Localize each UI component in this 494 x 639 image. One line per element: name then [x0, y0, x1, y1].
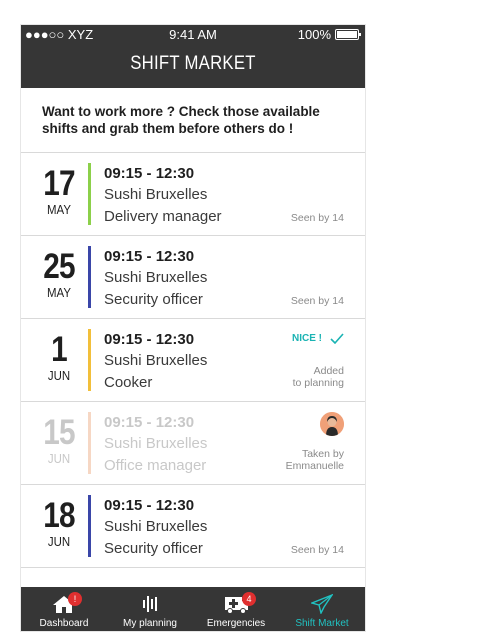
shift-list: 17 MAY 09:15 - 12:30 Sushi Bruxelles Del…: [21, 152, 365, 568]
shift-day: 25: [43, 247, 75, 286]
nav-dashboard[interactable]: ! Dashboard: [21, 587, 107, 631]
status-line-1: Taken by: [301, 448, 344, 460]
shift-day: 1: [51, 330, 68, 369]
shift-row[interactable]: 17 MAY 09:15 - 12:30 Sushi Bruxelles Del…: [21, 153, 365, 235]
status-bar: ●●●○○ XYZ 9:41 AM 100%: [21, 25, 365, 43]
shift-info: 09:15 - 12:30 Sushi Bruxelles Delivery m…: [104, 164, 222, 228]
shift-month: MAY: [47, 285, 71, 300]
shift-role: Security officer: [104, 540, 203, 557]
shift-info: 09:15 - 12:30 Sushi Bruxelles Security o…: [104, 247, 207, 311]
bottom-nav: ! Dashboard My planning 4 Emergencies Sh…: [21, 587, 365, 631]
status-line-2: Emmanuelle: [285, 460, 344, 472]
shift-info: 09:15 - 12:30 Sushi Bruxelles Cooker: [104, 330, 207, 394]
nav-label: Shift Market: [295, 618, 349, 629]
nav-label: My planning: [123, 618, 177, 629]
shift-place: Sushi Bruxelles: [104, 269, 208, 286]
status-line-1: Added: [313, 365, 344, 377]
shift-day: 17: [43, 164, 75, 203]
shift-date: 18 JUN: [21, 497, 97, 549]
shift-role: Delivery manager: [104, 208, 222, 225]
shift-row-taken[interactable]: 15 JUN 09:15 - 12:30 Sushi Bruxelles Off…: [21, 402, 365, 484]
shift-row[interactable]: 1 JUN 09:15 - 12:30 Sushi Bruxelles Cook…: [21, 319, 365, 401]
shift-time: 09:15 - 12:30: [104, 248, 195, 265]
nice-label: NICE !: [292, 333, 322, 344]
nice-confirmation: NICE !: [292, 333, 344, 344]
shift-color-bar: [88, 412, 91, 474]
nav-label: Emergencies: [206, 618, 266, 629]
battery-indicator: 100%: [297, 27, 361, 42]
shift-info: 09:15 - 12:30 Sushi Bruxelles Security o…: [104, 496, 207, 560]
shift-place: Sushi Bruxelles: [104, 352, 208, 369]
planning-icon: [143, 596, 157, 612]
seen-count: Seen by 14: [290, 212, 344, 224]
notification-badge: 4: [242, 592, 256, 606]
shift-role: Office manager: [104, 457, 207, 474]
shift-color-bar: [88, 163, 91, 225]
nav-label: Dashboard: [39, 618, 89, 629]
shift-date: 1 JUN: [21, 331, 97, 383]
shift-place: Sushi Bruxelles: [104, 435, 208, 452]
shift-date: 15 JUN: [21, 414, 97, 466]
battery-percent: 100%: [297, 27, 331, 42]
shift-date: 25 MAY: [21, 248, 97, 300]
shift-row[interactable]: 18 JUN 09:15 - 12:30 Sushi Bruxelles Sec…: [21, 485, 365, 567]
shift-month: JUN: [47, 451, 71, 466]
shift-role: Security officer: [104, 291, 203, 308]
shift-color-bar: [88, 495, 91, 557]
person-avatar-icon: [320, 412, 344, 436]
battery-icon: [335, 29, 361, 40]
seen-count: Seen by 14: [290, 544, 344, 556]
nav-shift-market[interactable]: Shift Market: [279, 587, 365, 631]
shift-time: 09:15 - 12:30: [104, 497, 195, 514]
shift-place: Sushi Bruxelles: [104, 518, 208, 535]
shift-month: JUN: [47, 534, 71, 549]
shift-month: JUN: [47, 368, 71, 383]
app-header: ●●●○○ XYZ 9:41 AM 100% SHIFT MARKET: [21, 25, 365, 88]
page-title: SHIFT MARKET: [130, 53, 256, 74]
seen-count: Seen by 14: [290, 295, 344, 307]
shift-day: 18: [43, 496, 75, 535]
nav-emergencies[interactable]: 4 Emergencies: [193, 587, 279, 631]
shift-role: Cooker: [104, 374, 153, 391]
status-line-2: to planning: [292, 377, 344, 389]
shift-time: 09:15 - 12:30: [104, 414, 195, 431]
taken-status: Taken by Emmanuelle: [286, 448, 344, 472]
checkmark-icon: [330, 333, 344, 344]
shift-color-bar: [88, 329, 91, 391]
app-screen: ●●●○○ XYZ 9:41 AM 100% SHIFT MARKET Want…: [21, 25, 365, 631]
shift-time: 09:15 - 12:30: [104, 331, 195, 348]
notification-badge: !: [68, 592, 82, 606]
divider: [21, 567, 365, 568]
intro-text: Want to work more ? Check those availabl…: [42, 104, 320, 136]
shift-day: 15: [43, 413, 75, 452]
shift-info: 09:15 - 12:30 Sushi Bruxelles Office man…: [104, 413, 207, 477]
shift-time: 09:15 - 12:30: [104, 165, 195, 182]
shift-color-bar: [88, 246, 91, 308]
shift-month: MAY: [47, 202, 71, 217]
paper-plane-icon: [309, 593, 334, 616]
avatar: [320, 412, 344, 436]
added-status: Added to planning: [293, 365, 344, 389]
shift-date: 17 MAY: [21, 165, 97, 217]
shift-row[interactable]: 25 MAY 09:15 - 12:30 Sushi Bruxelles Sec…: [21, 236, 365, 318]
nav-my-planning[interactable]: My planning: [107, 587, 193, 631]
shift-place: Sushi Bruxelles: [104, 186, 208, 203]
